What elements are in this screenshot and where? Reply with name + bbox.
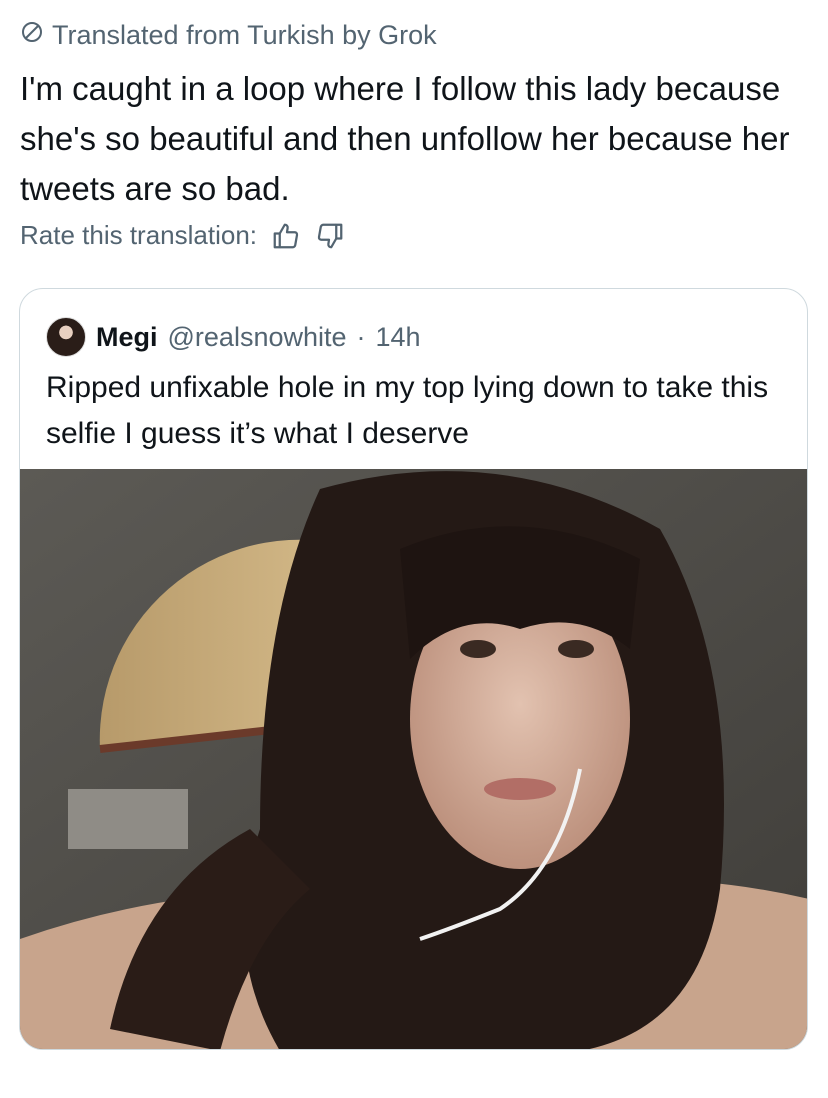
author-name[interactable]: Megi [96, 322, 158, 353]
post-time[interactable]: 14h [376, 322, 421, 353]
rate-translation-row: Rate this translation: [20, 220, 345, 251]
translation-banner: Translated from Turkish by Grok [20, 20, 437, 51]
author-handle[interactable]: @realsnowhite [168, 322, 347, 353]
thumbs-down-icon[interactable] [315, 221, 345, 251]
grok-translate-icon [20, 20, 44, 51]
avatar[interactable] [46, 317, 86, 357]
rate-translation-label: Rate this translation: [20, 220, 258, 250]
quoted-tweet-header: Megi @realsnowhite · 14h [46, 317, 421, 357]
separator-dot: · [356, 321, 366, 352]
quoted-tweet-card[interactable]: Megi @realsnowhite · 14h Ripped unfixabl… [19, 288, 808, 1050]
thumbs-up-icon[interactable] [271, 221, 301, 251]
translation-label: Translated from Turkish by Grok [52, 20, 437, 50]
tweet-text: I'm caught in a loop where I follow this… [20, 70, 790, 207]
selfie-photo[interactable] [20, 469, 808, 1050]
quoted-tweet-text: Ripped unfixable hole in my top lying do… [46, 371, 769, 450]
